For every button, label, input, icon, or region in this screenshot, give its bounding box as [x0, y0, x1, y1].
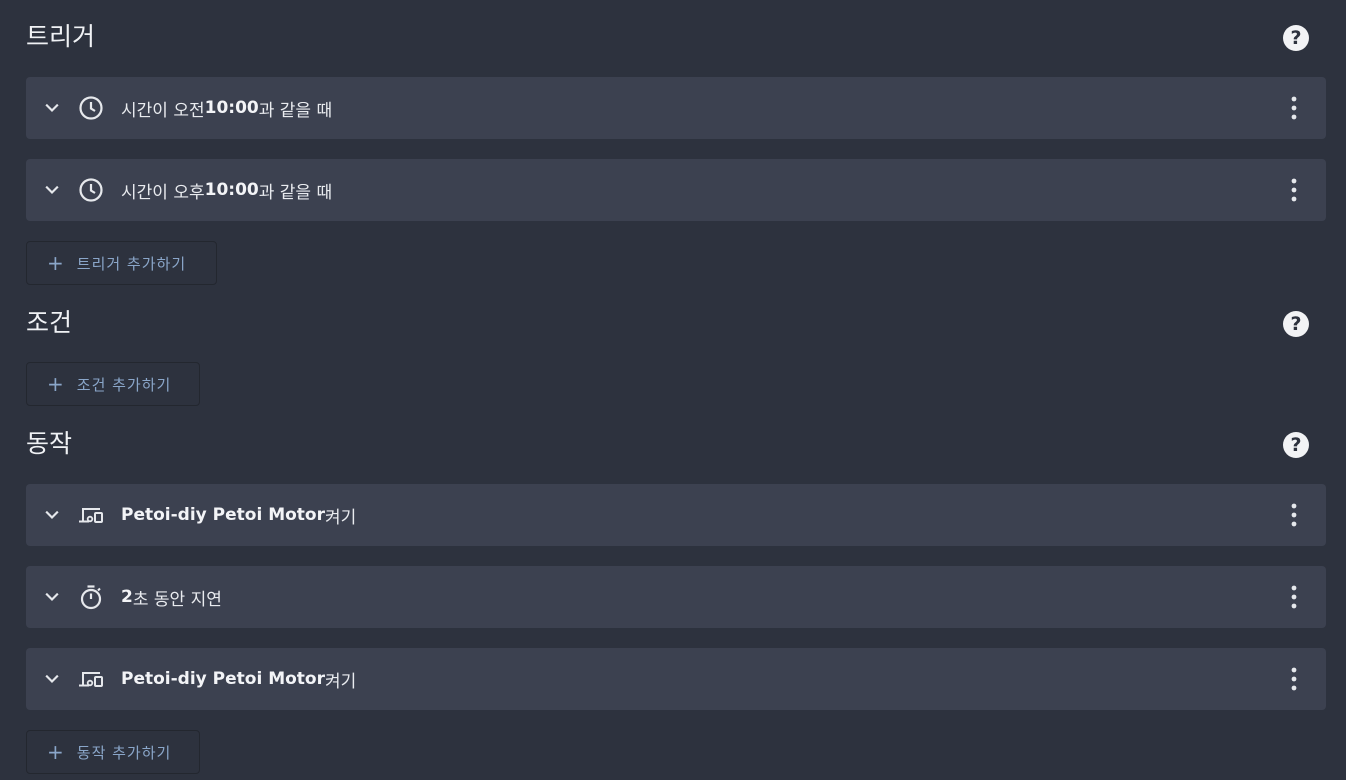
- trigger-description: 시간이 오전 10:00 과 같을 때: [121, 98, 333, 121]
- more-vertical-icon[interactable]: [1284, 583, 1304, 611]
- action-description: 2초 동안 지연: [121, 587, 222, 610]
- chevron-down-icon[interactable]: [42, 98, 62, 118]
- add-trigger-button[interactable]: + 트리거 추가하기: [26, 241, 217, 285]
- devices-icon: [79, 672, 103, 687]
- actions-help-icon[interactable]: ?: [1283, 432, 1309, 458]
- actions-section-title: 동작: [26, 429, 73, 458]
- triggers-help-icon[interactable]: ?: [1283, 25, 1309, 51]
- add-action-button[interactable]: + 동작 추가하기: [26, 730, 200, 774]
- action-row-1[interactable]: Petoi-diy Petoi Motor 켜기: [26, 484, 1326, 546]
- more-vertical-icon[interactable]: [1284, 176, 1304, 204]
- conditions-help-icon[interactable]: ?: [1283, 311, 1309, 337]
- conditions-section-title: 조건: [26, 308, 73, 337]
- chevron-down-icon[interactable]: [42, 669, 62, 689]
- plus-icon: +: [47, 372, 65, 396]
- action-description: Petoi-diy Petoi Motor 켜기: [121, 669, 357, 692]
- clock-icon: [79, 96, 103, 120]
- chevron-down-icon[interactable]: [42, 587, 62, 607]
- action-description: Petoi-diy Petoi Motor 켜기: [121, 505, 357, 528]
- more-vertical-icon[interactable]: [1284, 94, 1304, 122]
- action-row-2[interactable]: 2초 동안 지연: [26, 566, 1326, 628]
- add-condition-button[interactable]: + 조건 추가하기: [26, 362, 200, 406]
- triggers-section-title: 트리거: [26, 22, 96, 51]
- add-trigger-label: 트리거 추가하기: [76, 254, 187, 273]
- chevron-down-icon[interactable]: [42, 180, 62, 200]
- trigger-row-2[interactable]: 시간이 오후 10:00 과 같을 때: [26, 159, 1326, 221]
- action-row-3[interactable]: Petoi-diy Petoi Motor 켜기: [26, 648, 1326, 710]
- plus-icon: +: [47, 251, 65, 275]
- plus-icon: +: [47, 740, 65, 764]
- trigger-description: 시간이 오후 10:00 과 같을 때: [121, 180, 333, 203]
- more-vertical-icon[interactable]: [1284, 665, 1304, 693]
- chevron-down-icon[interactable]: [42, 505, 62, 525]
- add-condition-label: 조건 추가하기: [76, 375, 172, 394]
- devices-icon: [79, 508, 103, 523]
- timer-icon: [80, 585, 102, 610]
- add-action-label: 동작 추가하기: [76, 743, 172, 762]
- more-vertical-icon[interactable]: [1284, 501, 1304, 529]
- clock-icon: [79, 178, 103, 202]
- trigger-row-1[interactable]: 시간이 오전 10:00 과 같을 때: [26, 77, 1326, 139]
